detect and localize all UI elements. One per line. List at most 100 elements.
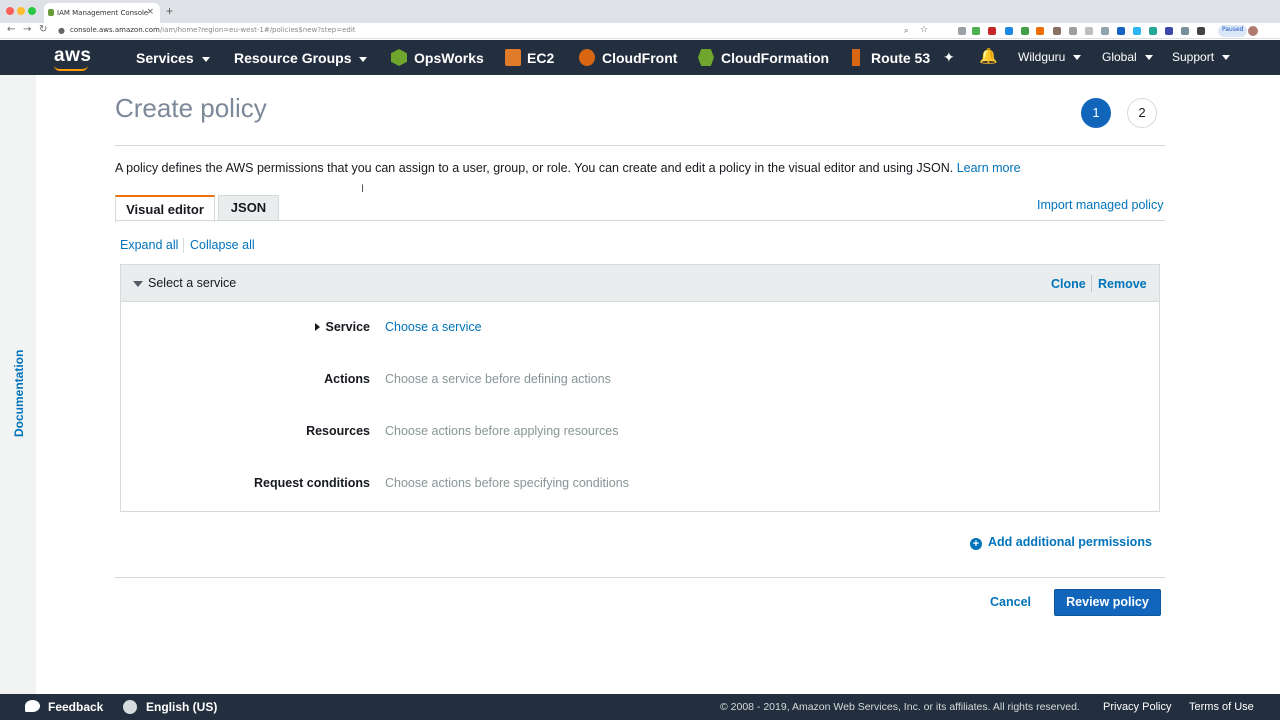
description-text: A policy defines the AWS permissions tha… <box>115 161 954 175</box>
chevron-down-icon <box>359 56 368 62</box>
permission-panel: Select a service Clone Remove Service Ch… <box>120 264 1160 512</box>
choose-service-link[interactable]: Choose a service <box>385 320 482 334</box>
profile-avatar[interactable] <box>1248 26 1258 36</box>
collapse-all-link[interactable]: Collapse all <box>190 238 255 252</box>
chevron-down-icon <box>1144 55 1153 61</box>
region-menu[interactable]: Global <box>1102 50 1153 64</box>
extension-icon[interactable] <box>1021 27 1029 35</box>
support-menu[interactable]: Support <box>1172 50 1231 64</box>
text-cursor-icon: I <box>361 183 365 195</box>
address-bar: ← → ↻ ● console.aws.amazon.com/iam/home?… <box>0 23 1280 39</box>
cloudformation-icon <box>698 49 714 66</box>
new-tab-icon[interactable]: + <box>166 4 173 18</box>
extension-icon[interactable] <box>1149 27 1157 35</box>
close-window-icon[interactable] <box>6 7 14 15</box>
chevron-down-icon <box>201 56 210 62</box>
extension-icon[interactable] <box>1069 27 1077 35</box>
forward-icon[interactable]: → <box>23 24 31 35</box>
close-tab-icon[interactable]: × <box>146 7 154 17</box>
nav-pin-opsworks[interactable]: OpsWorks <box>414 50 484 66</box>
browser-tabbar: IAM Management Console × + <box>0 0 1280 23</box>
extension-icon[interactable] <box>1117 27 1125 35</box>
cancel-button[interactable]: Cancel <box>990 595 1031 609</box>
terms-of-use-link[interactable]: Terms of Use <box>1189 701 1254 713</box>
account-menu[interactable]: Wildguru <box>1018 50 1082 64</box>
step-1-indicator: 1 <box>1081 98 1111 128</box>
resources-label: Resources <box>306 424 370 438</box>
extension-icon[interactable] <box>1181 27 1189 35</box>
add-additional-permissions-link[interactable]: + Add additional permissions <box>970 535 1152 550</box>
url-path: /iam/home?region=eu-west-1#/policies$new… <box>159 26 356 34</box>
extension-icon[interactable] <box>1133 27 1141 35</box>
services-menu[interactable]: Services <box>136 50 210 66</box>
services-label: Services <box>136 50 194 66</box>
permission-panel-header[interactable]: Select a service Clone Remove <box>121 265 1159 302</box>
extension-icon[interactable] <box>1036 27 1044 35</box>
nav-pin-route53[interactable]: Route 53 <box>871 50 930 66</box>
profile-paused-badge[interactable]: Paused <box>1218 25 1248 37</box>
chevron-down-icon <box>1222 55 1231 61</box>
extension-icon[interactable] <box>958 27 966 35</box>
policy-description: A policy defines the AWS permissions tha… <box>115 161 1021 175</box>
link-separator <box>183 238 184 253</box>
nav-pin-ec2[interactable]: EC2 <box>527 50 554 66</box>
back-icon[interactable]: ← <box>7 24 15 35</box>
step-2-indicator: 2 <box>1127 98 1157 128</box>
remove-link[interactable]: Remove <box>1098 277 1147 291</box>
service-label: Service <box>325 320 370 334</box>
pin-icon[interactable]: ✦ <box>943 49 955 66</box>
extension-icon[interactable] <box>1053 27 1061 35</box>
extension-icon[interactable] <box>1085 27 1093 35</box>
support-label: Support <box>1172 50 1215 64</box>
page-title: Create policy <box>115 93 267 123</box>
url-host: console.aws.amazon.com <box>70 26 160 34</box>
reload-icon[interactable]: ↻ <box>39 24 47 35</box>
caret-right-icon[interactable] <box>315 323 320 331</box>
minimize-window-icon[interactable] <box>17 7 25 15</box>
extension-icon[interactable] <box>1197 27 1205 35</box>
divider <box>115 577 1165 578</box>
expand-all-link[interactable]: Expand all <box>120 238 178 252</box>
maximize-window-icon[interactable] <box>28 7 36 15</box>
aws-logo[interactable]: aws <box>54 45 91 67</box>
bell-icon[interactable]: 🔔 <box>979 47 998 65</box>
extension-icon[interactable] <box>1005 27 1013 35</box>
nav-pin-cloudformation[interactable]: CloudFormation <box>721 50 829 66</box>
link-separator <box>1091 275 1092 292</box>
zoom-icon[interactable]: ⌕ <box>904 26 908 36</box>
route53-icon <box>852 49 860 66</box>
extension-icon[interactable] <box>1101 27 1109 35</box>
bookmark-star-icon[interactable]: ☆ <box>920 25 928 35</box>
tab-json[interactable]: JSON <box>218 195 279 221</box>
resource-groups-menu[interactable]: Resource Groups <box>234 50 368 66</box>
extension-icon[interactable] <box>988 27 996 35</box>
nav-pin-cloudfront[interactable]: CloudFront <box>602 50 677 66</box>
tab-divider <box>115 220 1165 221</box>
browser-tab[interactable]: IAM Management Console × <box>44 3 160 23</box>
region-label: Global <box>1102 50 1137 64</box>
chevron-down-icon <box>1073 55 1082 61</box>
aws-logo-smile-icon <box>54 65 88 71</box>
divider <box>115 145 1165 146</box>
aws-top-nav: aws Services Resource Groups OpsWorks EC… <box>0 40 1280 75</box>
request-conditions-label: Request conditions <box>254 476 370 490</box>
extension-icon[interactable] <box>972 27 980 35</box>
extension-icon[interactable] <box>1165 27 1173 35</box>
url-field[interactable]: console.aws.amazon.com/iam/home?region=e… <box>70 26 356 34</box>
footer: Feedback English (US) © 2008 - 2019, Ama… <box>0 694 1280 720</box>
review-policy-button[interactable]: Review policy <box>1054 589 1161 616</box>
learn-more-link[interactable]: Learn more <box>957 161 1021 175</box>
globe-icon <box>123 700 137 714</box>
privacy-policy-link[interactable]: Privacy Policy <box>1103 701 1171 713</box>
feedback-link[interactable]: Feedback <box>48 700 103 714</box>
tab-title: IAM Management Console <box>57 9 149 17</box>
ec2-icon <box>505 49 521 66</box>
documentation-toggle[interactable]: Documentation <box>12 348 28 438</box>
resource-groups-label: Resource Groups <box>234 50 352 66</box>
language-selector[interactable]: English (US) <box>146 700 217 714</box>
actions-value: Choose a service before defining actions <box>385 372 611 386</box>
import-managed-policy-link[interactable]: Import managed policy <box>1037 198 1163 212</box>
clone-link[interactable]: Clone <box>1051 277 1086 291</box>
caret-down-icon[interactable] <box>133 281 143 287</box>
tab-visual-editor[interactable]: Visual editor <box>115 195 215 222</box>
